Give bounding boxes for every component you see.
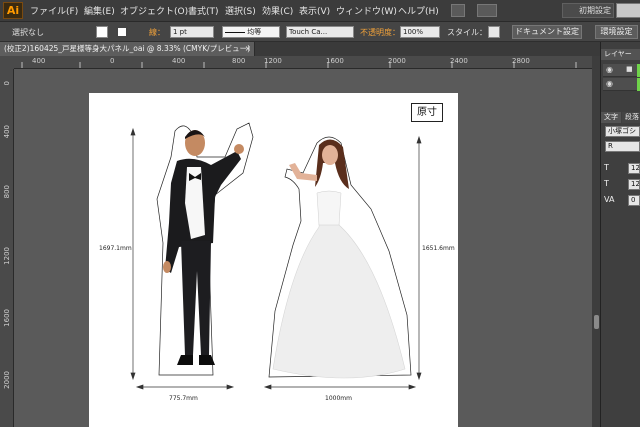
ruler-origin[interactable] bbox=[0, 56, 14, 69]
ruler-label: 400 bbox=[3, 125, 11, 139]
menu-type[interactable]: 書式(T) bbox=[188, 4, 219, 17]
leading-icon: T bbox=[604, 179, 609, 188]
layers-panel-tab[interactable]: レイヤー bbox=[601, 49, 640, 60]
workspace-switcher[interactable]: 初期設定 bbox=[562, 3, 614, 18]
menu-file[interactable]: ファイル(F) bbox=[30, 4, 78, 17]
control-bar: 選択なし 線： 1 pt 均等 Touch Ca... 不透明度： 100% ス… bbox=[0, 22, 640, 42]
scrollbar-thumb[interactable] bbox=[594, 315, 599, 329]
tracking-icon: VA bbox=[604, 195, 615, 204]
ruler-label: 800 bbox=[232, 57, 246, 65]
ruler-label: 2000 bbox=[3, 371, 11, 389]
selection-status: 選択なし bbox=[12, 28, 44, 37]
brush-definition[interactable]: Touch Ca... bbox=[286, 26, 354, 38]
ruler-label: 1600 bbox=[326, 57, 344, 65]
vertical-scrollbar[interactable] bbox=[592, 56, 600, 427]
vertical-ruler[interactable]: 0 400 800 1200 1600 2000 bbox=[0, 69, 14, 427]
fill-swatch[interactable] bbox=[96, 26, 108, 38]
stroke-swatch[interactable] bbox=[116, 26, 128, 38]
search-input[interactable] bbox=[616, 3, 640, 18]
menu-window[interactable]: ウィンドウ(W) bbox=[336, 4, 397, 17]
ruler-label: 1600 bbox=[3, 309, 11, 327]
document-tab-bar: (校正2)160425_戸星様等身大パネル_oai @ 8.33% (CMYK/… bbox=[0, 42, 600, 56]
ruler-label: 0 bbox=[3, 81, 11, 86]
artboard[interactable]: 原寸 1697.1mm 775.7mm 1651.6mm 1000mm bbox=[89, 93, 458, 427]
ruler-label: 400 bbox=[172, 57, 186, 65]
opacity-label[interactable]: 不透明度： bbox=[360, 27, 400, 38]
layer-row[interactable]: ◉ ■ bbox=[603, 64, 640, 77]
groom-height-label: 1697.1mm bbox=[99, 245, 132, 252]
menu-view[interactable]: 表示(V) bbox=[299, 4, 330, 17]
right-panel-dock bbox=[600, 42, 640, 427]
document-title: (校正2)160425_戸星様等身大パネル_oai @ 8.33% (CMYK/… bbox=[4, 44, 251, 53]
horizontal-ruler[interactable]: 400 0 400 800 1200 1600 2000 2400 2800 bbox=[14, 56, 600, 69]
menu-edit[interactable]: 編集(E) bbox=[84, 4, 115, 17]
character-panel-tab[interactable]: 文字 bbox=[601, 112, 621, 123]
graphic-style-swatch[interactable] bbox=[488, 26, 500, 38]
font-style-field[interactable]: R bbox=[605, 141, 640, 152]
preferences-button[interactable]: 環境設定 bbox=[595, 25, 638, 39]
menu-object[interactable]: オブジェクト(O) bbox=[120, 4, 188, 17]
tracking-field[interactable]: 0 bbox=[628, 195, 640, 206]
menu-bar: Ai ファイル(F) 編集(E) オブジェクト(O) 書式(T) 選択(S) 効… bbox=[0, 0, 640, 22]
menu-effect[interactable]: 効果(C) bbox=[262, 4, 293, 17]
dimension-lines bbox=[130, 127, 422, 390]
ruler-label: 400 bbox=[32, 57, 46, 65]
font-family-field[interactable]: 小塚ゴシ bbox=[605, 126, 640, 137]
menu-help[interactable]: ヘルプ(H) bbox=[398, 4, 439, 17]
groom-width-label: 775.7mm bbox=[169, 395, 198, 402]
paragraph-panel-tab[interactable]: 段落 bbox=[622, 112, 640, 123]
arrange-documents-icon[interactable] bbox=[477, 4, 497, 17]
visibility-eye-icon[interactable]: ◉ bbox=[606, 79, 613, 88]
ruler-label: 1200 bbox=[264, 57, 282, 65]
ruler-label: 2800 bbox=[512, 57, 530, 65]
document-setup-button[interactable]: ドキュメント設定 bbox=[512, 25, 582, 39]
layer-row[interactable]: ◉ bbox=[603, 78, 640, 91]
visibility-eye-icon[interactable]: ◉ bbox=[606, 65, 613, 74]
profile-label: 均等 bbox=[247, 28, 262, 36]
leading-field[interactable]: 12 bbox=[628, 179, 640, 190]
ruler-label: 2400 bbox=[450, 57, 468, 65]
ruler-label: 800 bbox=[3, 185, 11, 199]
app-logo: Ai bbox=[3, 2, 23, 19]
bride-height-label: 1651.6mm bbox=[422, 245, 455, 252]
ruler-label: 0 bbox=[110, 57, 115, 65]
font-size-field[interactable]: 12 bbox=[628, 163, 640, 174]
ruler-label: 2000 bbox=[388, 57, 406, 65]
bride-width-label: 1000mm bbox=[325, 395, 352, 402]
style-label: スタイル： bbox=[447, 28, 487, 37]
variable-width-profile[interactable]: 均等 bbox=[222, 26, 280, 38]
document-tab[interactable]: (校正2)160425_戸星様等身大パネル_oai @ 8.33% (CMYK/… bbox=[0, 42, 255, 56]
menu-select[interactable]: 選択(S) bbox=[225, 4, 256, 17]
lock-icon[interactable]: ■ bbox=[626, 65, 633, 73]
close-tab-icon[interactable]: × bbox=[245, 42, 251, 56]
opacity-field[interactable]: 100% bbox=[400, 26, 440, 38]
canvas[interactable]: 原寸 1697.1mm 775.7mm 1651.6mm 1000mm bbox=[14, 69, 592, 427]
stroke-weight-field[interactable]: 1 pt bbox=[170, 26, 214, 38]
font-size-icon: T bbox=[604, 163, 609, 172]
ruler-label: 1200 bbox=[3, 247, 11, 265]
bridge-icon[interactable] bbox=[451, 4, 465, 17]
stroke-label[interactable]: 線： bbox=[149, 27, 165, 38]
illustrator-window: Ai ファイル(F) 編集(E) オブジェクト(O) 書式(T) 選択(S) 効… bbox=[0, 0, 640, 427]
